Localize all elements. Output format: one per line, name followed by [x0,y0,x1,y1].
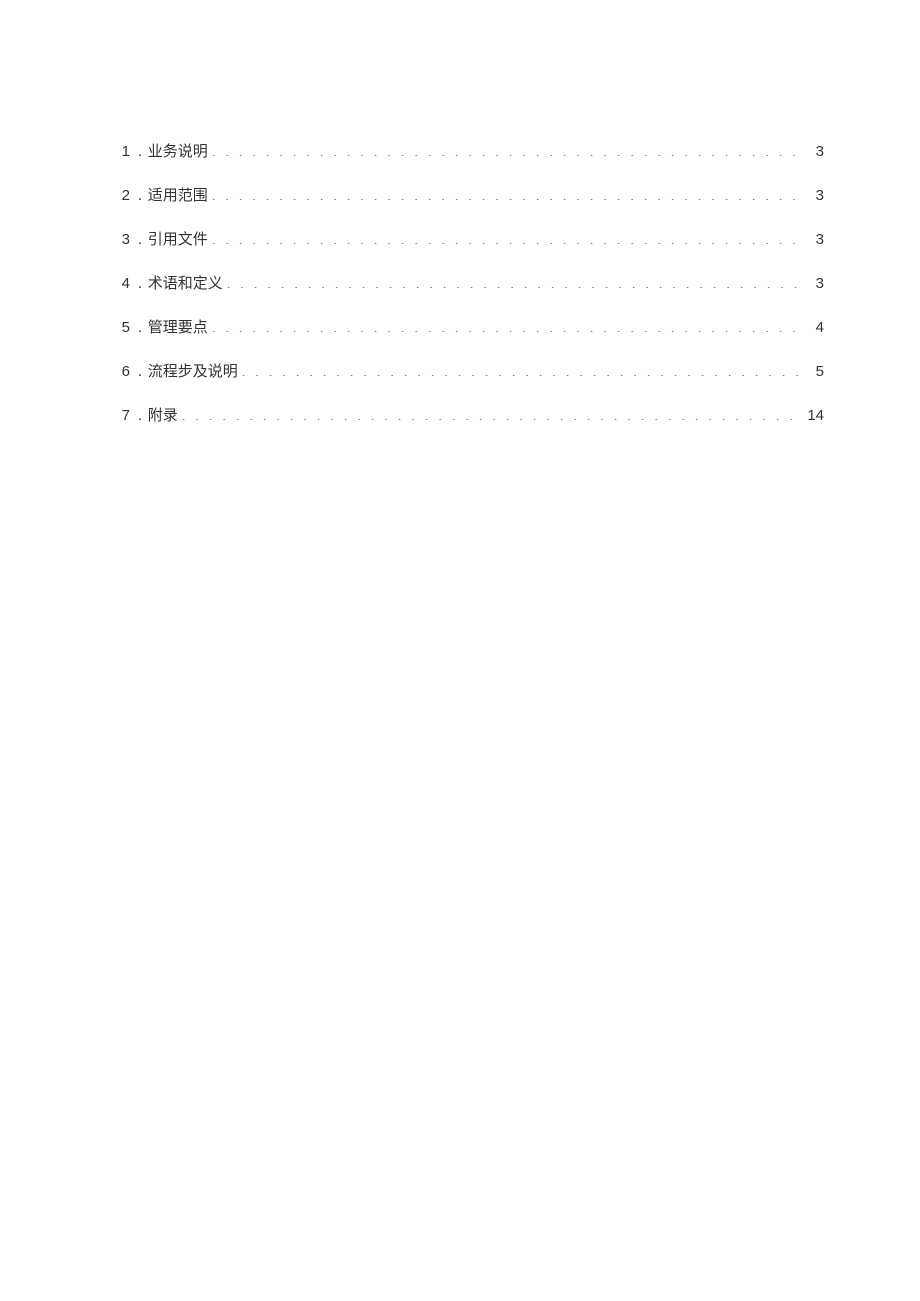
toc-entry-title: 管理要点 [148,316,208,340]
toc-entry-page: 4 [802,316,824,340]
toc-leader-dots [212,141,798,156]
toc-entry[interactable]: 6 . 流程步及说明 5 [110,360,824,384]
toc-entry[interactable]: 2 . 适用范围 3 [110,184,824,208]
toc-entry-page: 5 [802,360,824,384]
toc-entry-separator: . [138,140,142,164]
toc-entry-separator: . [138,316,142,340]
toc-entry-number: 5 [110,316,130,340]
toc-entry-page: 3 [802,272,824,296]
toc-entry-title: 附录 [148,404,178,428]
toc-entry-page: 14 [802,404,824,428]
toc-entry-page: 3 [802,184,824,208]
toc-entry-title: 业务说明 [148,140,208,164]
toc-entry-number: 7 [110,404,130,428]
toc-leader-dots [227,273,798,288]
toc-entry-title: 适用范围 [148,184,208,208]
toc-entry-title: 流程步及说明 [148,360,238,384]
toc-entry[interactable]: 4 . 术语和定义 3 [110,272,824,296]
toc-entry-separator: . [138,184,142,208]
toc-leader-dots [242,361,798,376]
toc-leader-dots [212,229,798,244]
toc-leader-dots [212,317,798,332]
toc-entry-number: 6 [110,360,130,384]
table-of-contents: 1 . 业务说明 3 2 . 适用范围 3 3 . 引用文件 3 4 . 术语和… [110,140,824,428]
toc-entry[interactable]: 7 . 附录 14 [110,404,824,428]
toc-entry-number: 3 [110,228,130,252]
toc-entry-title: 引用文件 [148,228,208,252]
toc-entry[interactable]: 1 . 业务说明 3 [110,140,824,164]
toc-entry-page: 3 [802,140,824,164]
toc-entry-separator: . [138,228,142,252]
toc-entry-number: 2 [110,184,130,208]
toc-entry-number: 4 [110,272,130,296]
toc-entry-title: 术语和定义 [148,272,223,296]
toc-leader-dots [182,405,798,420]
toc-entry-page: 3 [802,228,824,252]
toc-entry-number: 1 [110,140,130,164]
toc-entry[interactable]: 3 . 引用文件 3 [110,228,824,252]
toc-entry-separator: . [138,272,142,296]
toc-leader-dots [212,185,798,200]
toc-entry[interactable]: 5 . 管理要点 4 [110,316,824,340]
toc-entry-separator: . [138,404,142,428]
toc-entry-separator: . [138,360,142,384]
